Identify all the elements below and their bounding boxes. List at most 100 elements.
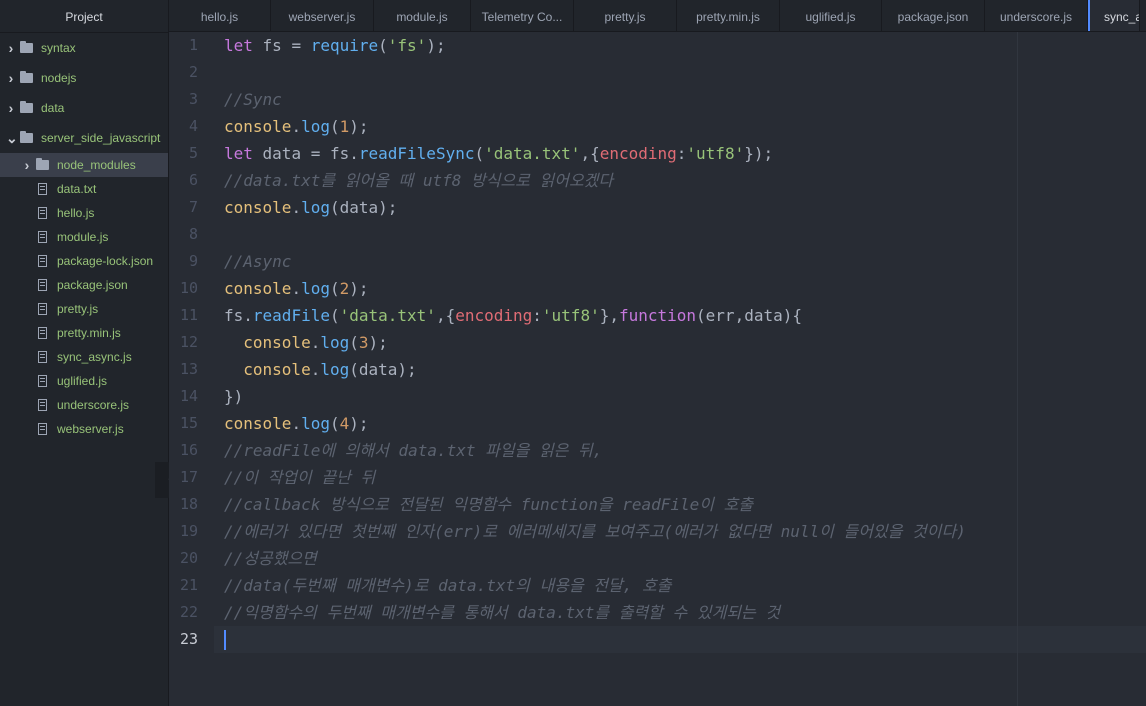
code-token: //data.txt를 읽어올 때 utf8 방식으로 읽어오겠다 <box>224 171 614 190</box>
code-token: 1 <box>339 117 350 136</box>
code-token: encoding <box>599 144 677 163</box>
tree-file[interactable]: underscore.js <box>0 393 168 417</box>
current-line-highlight <box>214 626 1146 653</box>
line-number: 4 <box>188 117 198 135</box>
code-line[interactable]: console.log(data); <box>224 356 417 383</box>
tree-file[interactable]: sync_async.js <box>0 345 168 369</box>
code-line[interactable]: console.log(1); <box>224 113 369 140</box>
editor-tab[interactable]: Telemetry Co... <box>471 0 574 31</box>
code-token: 'data.txt' <box>484 144 581 163</box>
tree-file[interactable]: webserver.js <box>0 417 168 441</box>
tree-item-label: package.json <box>57 278 128 292</box>
code-line[interactable]: //Async <box>224 248 291 275</box>
tree-file[interactable]: module.js <box>0 225 168 249</box>
line-number: 17 <box>179 468 198 486</box>
code-line[interactable]: console.log(4); <box>224 410 369 437</box>
code-token: . <box>291 414 302 433</box>
tree-item-label: underscore.js <box>57 398 130 412</box>
folder-icon <box>20 71 33 83</box>
code-token: //익명함수의 두번째 매개변수를 통해서 data.txt를 출력할 수 있게… <box>224 603 781 622</box>
tree-item-label: data <box>41 101 65 115</box>
code-line[interactable]: //이 작업이 끝난 뒤 <box>224 464 375 491</box>
tree-file[interactable]: pretty.js <box>0 297 168 321</box>
code-token: //Async <box>224 252 292 271</box>
editor-tab[interactable]: module.js <box>374 0 471 31</box>
code-token: ( <box>329 306 340 325</box>
text-cursor <box>224 630 226 650</box>
code-token: . <box>310 360 321 379</box>
code-token: ); <box>426 36 446 55</box>
code-token: (data); <box>349 360 417 379</box>
code-token: console <box>224 279 292 298</box>
project-panel-title: Project <box>0 0 168 33</box>
tree-file[interactable]: uglified.js <box>0 369 168 393</box>
code-line[interactable]: fs.readFile('data.txt',{encoding:'utf8'}… <box>224 302 802 329</box>
code-token: log <box>301 198 330 217</box>
tree-folder[interactable]: › nodejs <box>0 66 168 90</box>
code-line[interactable]: //readFile에 의해서 data.txt 파일을 읽은 뒤, <box>224 437 602 464</box>
chevron-right-icon[interactable]: › <box>6 100 16 116</box>
line-number: 22 <box>179 603 198 621</box>
code-line[interactable]: }) <box>224 383 243 410</box>
code-editor[interactable]: 1 2 3 4 5 6 7 8 9 10 11 12 13 14 15 16 17 18 19 20 21 22 23 le… <box>169 32 1146 706</box>
code-token: //readFile에 의해서 data.txt 파일을 읽은 뒤, <box>224 441 603 460</box>
editor-tab[interactable]: uglified.js <box>780 0 882 31</box>
code-token: ( <box>349 333 359 352</box>
tree-folder[interactable]: › node_modules <box>0 153 168 177</box>
code-line[interactable]: //Sync <box>224 86 282 113</box>
editor-tab[interactable]: hello.js <box>169 0 271 31</box>
code-token: encoding <box>455 306 533 325</box>
line-number: 10 <box>179 279 198 297</box>
tree-item-label: node_modules <box>57 158 136 172</box>
tree-file[interactable]: package.json <box>0 273 168 297</box>
tree-item-label: webserver.js <box>57 422 124 436</box>
code-line[interactable]: let fs = require('fs'); <box>224 32 446 59</box>
code-line[interactable]: //callback 방식으로 전달된 익명함수 function을 readF… <box>224 491 753 518</box>
line-number: 8 <box>188 225 198 243</box>
folder-icon <box>20 131 33 143</box>
chevron-right-icon[interactable]: › <box>6 40 16 56</box>
code-token: ( <box>474 144 485 163</box>
editor-tab[interactable]: pretty.min.js <box>677 0 780 31</box>
code-token: 'utf8' <box>541 306 600 325</box>
editor-tab[interactable]: package.json <box>882 0 985 31</box>
tree-file[interactable]: hello.js <box>0 201 168 225</box>
chevron-right-icon[interactable]: › <box>6 70 16 86</box>
code-token: ); <box>368 333 388 352</box>
tree-folder[interactable]: › syntax <box>0 36 168 60</box>
code-line[interactable]: console.log(data); <box>224 194 397 221</box>
project-sidebar: Project › syntax › nodejs › data ⌄ server_side_… <box>0 0 169 706</box>
code-line[interactable]: //data.txt를 읽어올 때 utf8 방식으로 읽어오겠다 <box>224 167 613 194</box>
chevron-down-icon[interactable]: ⌄ <box>6 130 18 147</box>
code-token: }) <box>224 387 244 406</box>
code-line[interactable]: //익명함수의 두번째 매개변수를 통해서 data.txt를 출력할 수 있게… <box>224 599 780 626</box>
line-number: 18 <box>179 495 198 513</box>
code-line[interactable]: //성공했으면 <box>224 545 317 572</box>
code-token: //data(두번째 매개변수)로 data.txt의 내용을 전달, 호출 <box>224 576 672 595</box>
code-line[interactable]: console.log(2); <box>224 275 369 302</box>
editor-tab[interactable]: underscore.js <box>985 0 1088 31</box>
code-line[interactable]: console.log(3); <box>224 329 388 356</box>
editor-tab[interactable]: pretty.js <box>574 0 677 31</box>
chevron-right-icon[interactable]: › <box>22 157 32 173</box>
code-token: function <box>618 306 697 325</box>
code-token: //callback 방식으로 전달된 익명함수 function을 readF… <box>224 495 754 514</box>
wrap-guide <box>1017 32 1018 706</box>
tree-file[interactable]: package-lock.json <box>0 249 168 273</box>
code-token: console <box>243 360 311 379</box>
code-token: console <box>224 117 292 136</box>
code-line[interactable]: let data = fs.readFileSync('data.txt',{e… <box>224 140 773 167</box>
tree-file[interactable]: pretty.min.js <box>0 321 168 345</box>
editor-tab[interactable]: sync_a <box>1088 0 1140 31</box>
code-token: data = fs. <box>252 144 359 163</box>
code-token: ( <box>329 117 340 136</box>
tree-file[interactable]: data.txt <box>0 177 168 201</box>
line-number: 9 <box>188 252 198 270</box>
tree-folder[interactable]: › data <box>0 96 168 120</box>
editor-tab[interactable]: webserver.js <box>271 0 374 31</box>
folder-icon <box>36 158 49 170</box>
code-line[interactable]: //data(두번째 매개변수)로 data.txt의 내용을 전달, 호출 <box>224 572 671 599</box>
line-number: 23 <box>179 630 198 648</box>
code-line[interactable]: //에러가 있다면 첫번째 인자(err)로 에러메세지를 보여주고(에러가 없… <box>224 518 966 545</box>
tree-folder[interactable]: ⌄ server_side_javascript <box>0 126 168 150</box>
